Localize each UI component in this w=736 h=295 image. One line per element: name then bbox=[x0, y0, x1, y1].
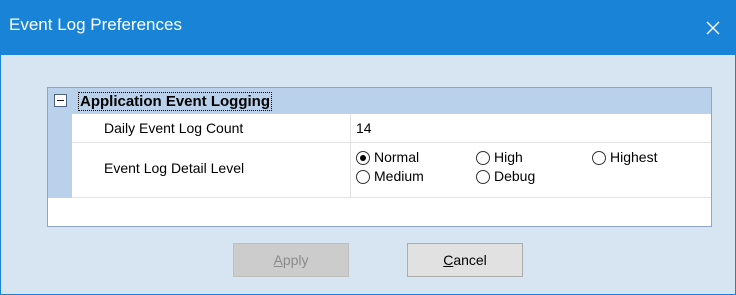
close-button[interactable] bbox=[691, 1, 735, 55]
property-grid: Application Event Logging Daily Event Lo… bbox=[47, 87, 712, 227]
row-divider bbox=[350, 143, 351, 197]
group-header-application-event-logging: Application Event Logging bbox=[48, 88, 711, 114]
cancel-label-rest: ancel bbox=[453, 252, 487, 268]
title-bar: Event Log Preferences bbox=[1, 1, 735, 55]
event-log-preferences-dialog: Event Log Preferences Application Event … bbox=[0, 0, 736, 295]
daily-event-log-count-label: Daily Event Log Count bbox=[104, 120, 244, 136]
window-title: Event Log Preferences bbox=[9, 15, 182, 34]
close-icon bbox=[706, 21, 720, 35]
radio-unchecked-icon bbox=[592, 151, 606, 165]
daily-event-log-count-value[interactable]: 14 bbox=[356, 120, 372, 136]
row-divider bbox=[350, 114, 351, 142]
cancel-button[interactable]: Cancel bbox=[407, 243, 523, 277]
radio-unchecked-icon bbox=[476, 170, 490, 184]
radio-unchecked-icon bbox=[476, 151, 490, 165]
apply-label-rest: pply bbox=[282, 252, 309, 268]
collapse-minus-icon[interactable] bbox=[54, 94, 67, 107]
radio-highest-label: Highest bbox=[610, 149, 658, 165]
group-title: Application Event Logging bbox=[78, 92, 272, 111]
radio-high-label: High bbox=[494, 149, 523, 165]
event-log-detail-level-label: Event Log Detail Level bbox=[104, 160, 245, 176]
apply-button[interactable]: Apply bbox=[233, 243, 349, 277]
radio-checked-icon bbox=[356, 151, 370, 165]
radio-normal-label: Normal bbox=[374, 149, 420, 165]
row-event-log-detail-level: Event Log Detail Level Normal High Highe… bbox=[72, 143, 711, 198]
grid-left-margin bbox=[48, 114, 72, 198]
cancel-mnemonic: C bbox=[443, 252, 454, 268]
radio-medium-label: Medium bbox=[374, 168, 424, 184]
radio-debug-label: Debug bbox=[494, 168, 536, 184]
row-daily-event-log-count: Daily Event Log Count 14 bbox=[72, 114, 711, 143]
apply-mnemonic: A bbox=[273, 252, 283, 268]
radio-unchecked-icon bbox=[356, 170, 370, 184]
